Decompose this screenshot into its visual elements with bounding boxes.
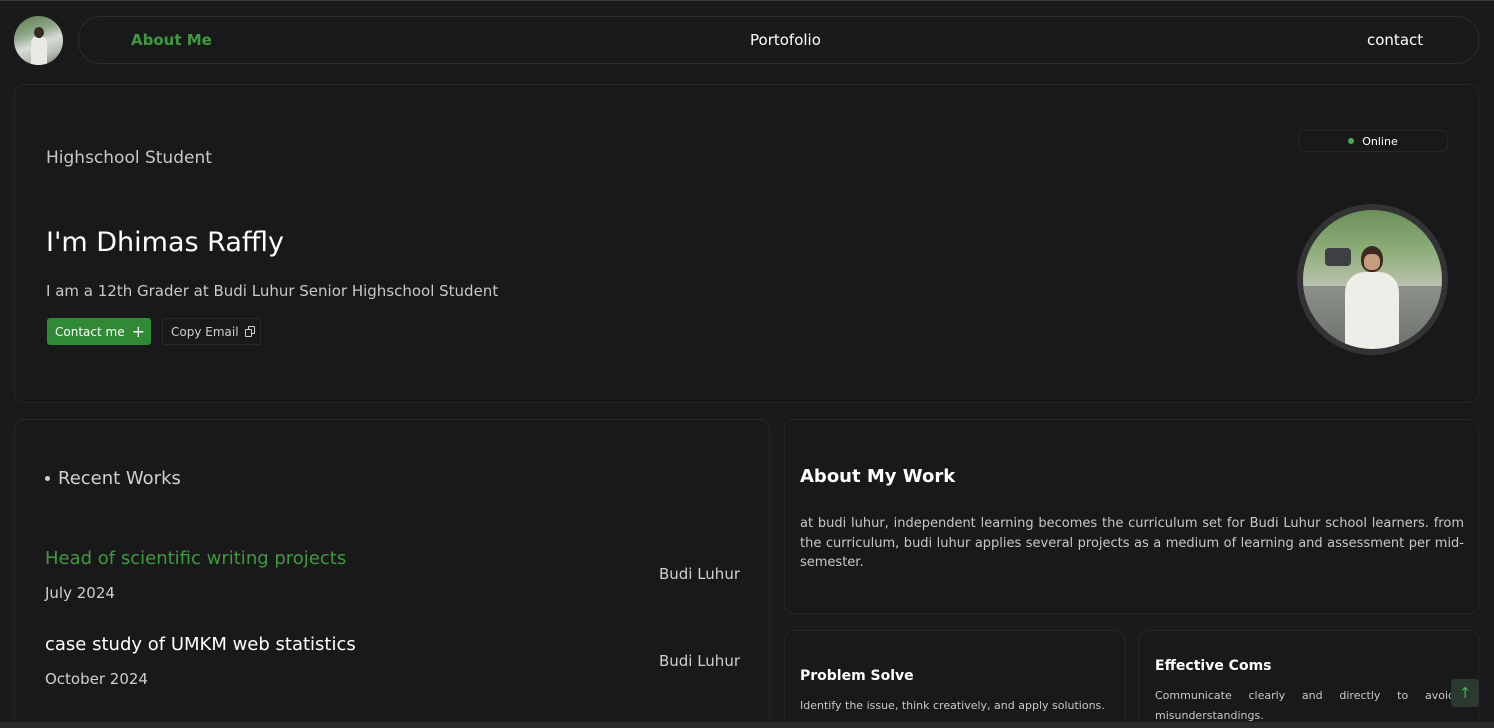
recent-works-card: Recent Works Head of scientific writing …: [14, 419, 770, 728]
skill-text: Identify the issue, think creatively, an…: [800, 699, 1105, 712]
profile-avatar-small: [14, 16, 63, 65]
work-place: Budi Luhur: [658, 652, 740, 670]
skill-card-effective-coms: Effective Coms Communicate clearly and d…: [1139, 630, 1479, 728]
work-date: July 2024: [45, 584, 115, 602]
work-title: case study of UMKM web statistics: [45, 634, 356, 655]
horizontal-scrollbar[interactable]: [0, 722, 1494, 728]
profile-photo: [1297, 204, 1448, 355]
contact-me-button[interactable]: Contact me +: [47, 318, 151, 345]
work-title: Head of scientific writing projects: [45, 548, 347, 569]
status-label: Online: [1362, 134, 1398, 148]
copy-email-label: Copy Email: [171, 324, 239, 339]
status-badge: Online: [1298, 130, 1448, 152]
hero-description: I am a 12th Grader at Budi Luhur Senior …: [46, 282, 499, 300]
avatar-head: [34, 27, 44, 38]
skill-title: Effective Coms: [1155, 658, 1272, 674]
nav-contact[interactable]: contact: [1367, 31, 1423, 49]
work-place: Budi Luhur: [658, 565, 740, 583]
skill-title: Problem Solve: [800, 668, 914, 684]
copy-icon: [244, 326, 255, 337]
plus-icon: +: [131, 321, 145, 341]
recent-works-heading: Recent Works: [45, 468, 181, 489]
work-item[interactable]: case study of UMKM web statistics Octobe…: [45, 634, 740, 688]
work-date: October 2024: [45, 670, 148, 688]
contact-me-label: Contact me: [55, 324, 125, 339]
skill-card-problem-solve: Problem Solve Identify the issue, think …: [784, 630, 1125, 728]
nav-about-me[interactable]: About Me: [131, 31, 212, 49]
nav-portfolio[interactable]: Portofolio: [750, 31, 821, 49]
recent-works-title: Recent Works: [58, 468, 181, 489]
status-dot-icon: [1348, 138, 1355, 144]
avatar-figure: [31, 36, 47, 65]
about-text: at budi luhur, independent learning beco…: [800, 516, 1464, 570]
hero-name: I'm Dhimas Raffly: [46, 227, 284, 258]
about-my-work-card: About My Work at budi luhur, independent…: [784, 419, 1479, 614]
about-title: About My Work: [800, 466, 956, 487]
work-item[interactable]: Head of scientific writing projects July…: [45, 548, 740, 602]
top-border: [0, 0, 1494, 1]
hero-role: Highschool Student: [46, 148, 212, 168]
arrow-up-icon: ↑: [1458, 684, 1472, 702]
skill-text: Communicate clearly and directly to avoi…: [1155, 689, 1455, 722]
scroll-to-top-button[interactable]: ↑: [1451, 679, 1479, 707]
bullet-icon: [45, 476, 50, 481]
main-nav: About Me Portofolio contact: [78, 16, 1479, 64]
hero-card: Highschool Student I'm Dhimas Raffly I a…: [14, 84, 1479, 403]
copy-email-button[interactable]: Copy Email: [162, 318, 261, 345]
